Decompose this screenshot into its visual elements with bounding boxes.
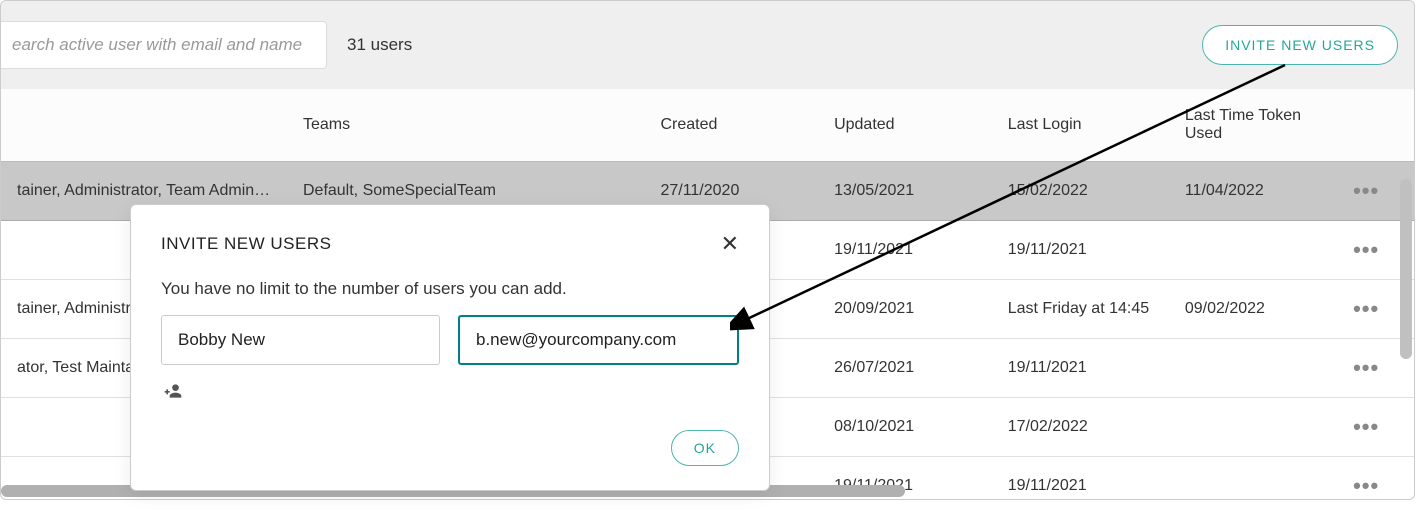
col-updated-header[interactable]: Updated [818, 89, 992, 162]
cell-login: 17/02/2022 [992, 398, 1169, 457]
dialog-title: INVITE NEW USERS [161, 234, 331, 254]
col-token-header[interactable]: Last Time Token Used [1169, 89, 1332, 162]
cell-updated: 19/11/2021 [818, 221, 992, 280]
cell-token [1169, 221, 1332, 280]
user-count: 31 users [347, 35, 412, 55]
cell-login: 19/11/2021 [992, 221, 1169, 280]
table-header-row: Teams Created Updated Last Login Last Ti… [1, 89, 1414, 162]
cell-actions: ••• [1332, 457, 1414, 501]
more-icon[interactable]: ••• [1353, 414, 1379, 439]
cell-login: 15/02/2022 [992, 162, 1169, 221]
col-roles-header [1, 89, 287, 162]
cell-actions: ••• [1332, 398, 1414, 457]
cell-login: Last Friday at 14:45 [992, 280, 1169, 339]
ok-button[interactable]: OK [671, 430, 739, 466]
more-icon[interactable]: ••• [1353, 178, 1379, 203]
more-icon[interactable]: ••• [1353, 473, 1379, 498]
dialog-header: INVITE NEW USERS ✕ [161, 233, 739, 255]
more-icon[interactable]: ••• [1353, 237, 1379, 262]
cell-token [1169, 339, 1332, 398]
cell-token: 11/04/2022 [1169, 162, 1332, 221]
close-icon[interactable]: ✕ [721, 233, 739, 255]
vertical-scrollbar[interactable] [1400, 179, 1412, 359]
toolbar: 31 users INVITE NEW USERS [1, 1, 1414, 89]
add-person-icon[interactable] [161, 381, 185, 406]
cell-token: 09/02/2022 [1169, 280, 1332, 339]
dialog-input-row [161, 315, 739, 365]
more-icon[interactable]: ••• [1353, 355, 1379, 380]
cell-login: 19/11/2021 [992, 457, 1169, 501]
dialog-description: You have no limit to the number of users… [161, 279, 739, 299]
cell-updated: 13/05/2021 [818, 162, 992, 221]
col-created-header[interactable]: Created [644, 89, 818, 162]
col-actions-header [1332, 89, 1414, 162]
cell-updated: 26/07/2021 [818, 339, 992, 398]
dialog-footer: OK [161, 430, 739, 466]
invite-users-dialog: INVITE NEW USERS ✕ You have no limit to … [130, 204, 770, 491]
cell-updated: 08/10/2021 [818, 398, 992, 457]
col-login-header[interactable]: Last Login [992, 89, 1169, 162]
cell-login: 19/11/2021 [992, 339, 1169, 398]
col-teams-header[interactable]: Teams [287, 89, 644, 162]
cell-token [1169, 457, 1332, 501]
invite-name-input[interactable] [161, 315, 440, 365]
invite-email-input[interactable] [458, 315, 739, 365]
search-input[interactable] [0, 21, 327, 69]
toolbar-left: 31 users [17, 21, 412, 69]
more-icon[interactable]: ••• [1353, 296, 1379, 321]
invite-new-users-button[interactable]: INVITE NEW USERS [1202, 25, 1398, 65]
cell-token [1169, 398, 1332, 457]
cell-updated: 20/09/2021 [818, 280, 992, 339]
